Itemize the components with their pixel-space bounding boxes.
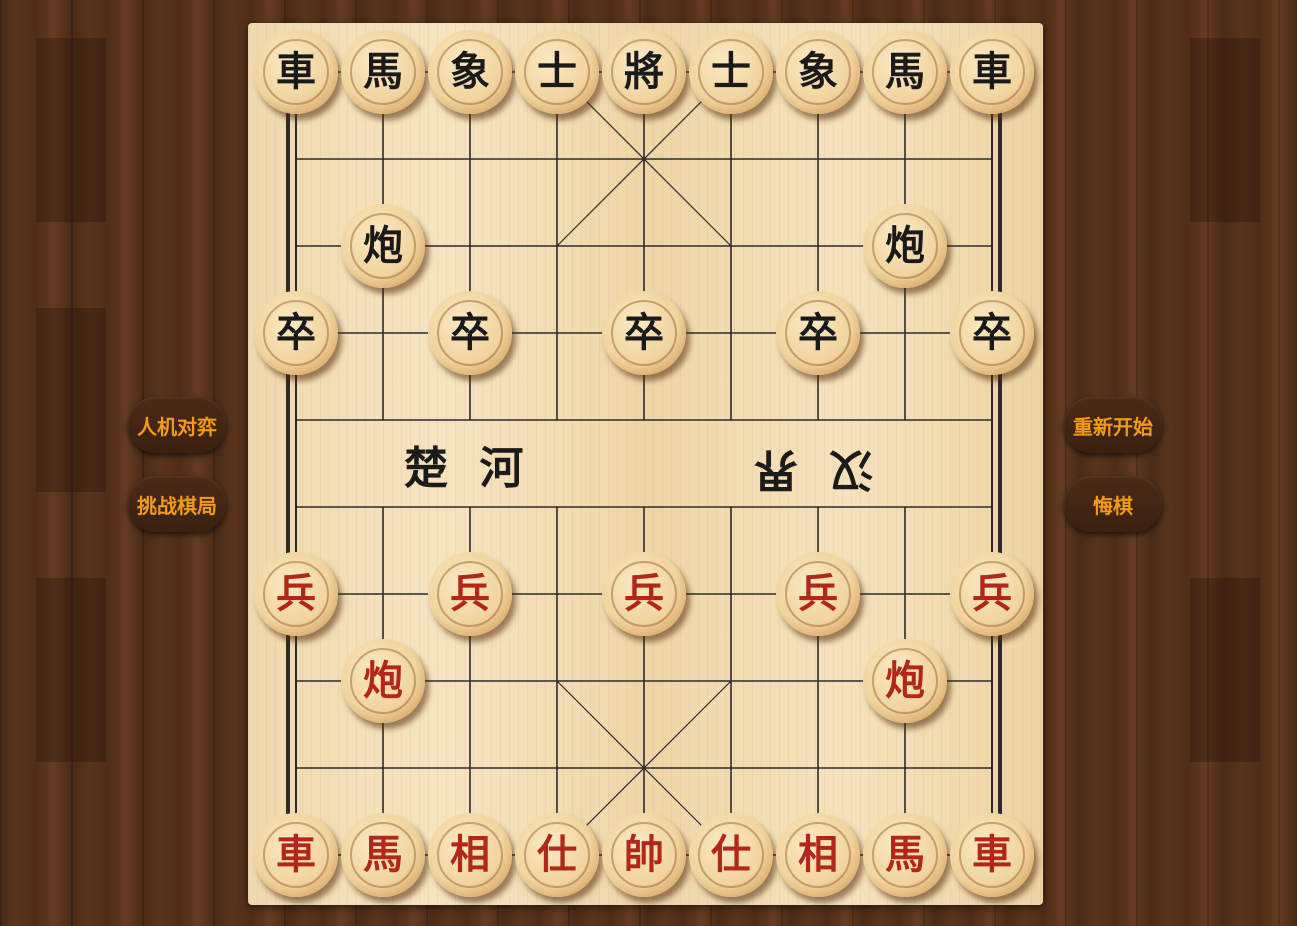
black-piece[interactable]: 卒 [428,291,512,375]
red-piece[interactable]: 相 [776,813,860,897]
black-piece[interactable]: 卒 [950,291,1034,375]
piece-label: 馬 [350,822,416,888]
wood-background-panel [36,38,106,222]
piece-label: 仕 [698,822,764,888]
human-vs-ai-button[interactable]: 人机对弈 [128,397,226,453]
black-piece[interactable]: 馬 [341,30,425,114]
piece-label: 炮 [872,648,938,714]
red-piece[interactable]: 兵 [950,552,1034,636]
piece-label: 卒 [263,300,329,366]
piece-label: 象 [437,39,503,105]
black-piece[interactable]: 象 [776,30,860,114]
piece-label: 車 [959,822,1025,888]
red-piece[interactable]: 兵 [602,552,686,636]
red-piece[interactable]: 兵 [428,552,512,636]
piece-label: 帥 [611,822,677,888]
piece-label: 炮 [350,648,416,714]
undo-move-button[interactable]: 悔棋 [1064,476,1162,532]
piece-label: 卒 [437,300,503,366]
piece-label: 炮 [872,213,938,279]
red-piece[interactable]: 炮 [863,639,947,723]
red-piece[interactable]: 炮 [341,639,425,723]
black-piece[interactable]: 將 [602,30,686,114]
red-piece[interactable]: 帥 [602,813,686,897]
river-label-han-jie: 汉 界 [746,444,874,495]
piece-label: 炮 [350,213,416,279]
piece-label: 車 [959,39,1025,105]
piece-label: 車 [263,39,329,105]
red-piece[interactable]: 兵 [776,552,860,636]
black-piece[interactable]: 象 [428,30,512,114]
red-piece[interactable]: 馬 [341,813,425,897]
piece-label: 士 [698,39,764,105]
piece-label: 兵 [263,561,329,627]
black-piece[interactable]: 士 [515,30,599,114]
black-piece[interactable]: 車 [254,30,338,114]
piece-label: 車 [263,822,329,888]
black-piece[interactable]: 士 [689,30,773,114]
black-piece[interactable]: 馬 [863,30,947,114]
chess-board[interactable]: 楚 河 汉 界 車馬象士將士象馬車炮炮卒卒卒卒卒兵兵兵兵兵炮炮車馬相仕帥仕相馬車 [248,23,1043,905]
piece-label: 相 [437,822,503,888]
red-piece[interactable]: 仕 [515,813,599,897]
piece-label: 卒 [785,300,851,366]
piece-label: 兵 [785,561,851,627]
black-piece[interactable]: 炮 [863,204,947,288]
piece-label: 馬 [350,39,416,105]
piece-label: 兵 [437,561,503,627]
piece-label: 士 [524,39,590,105]
black-piece[interactable]: 卒 [602,291,686,375]
black-piece[interactable]: 車 [950,30,1034,114]
piece-label: 相 [785,822,851,888]
red-piece[interactable]: 馬 [863,813,947,897]
red-piece[interactable]: 仕 [689,813,773,897]
red-piece[interactable]: 兵 [254,552,338,636]
piece-label: 卒 [959,300,1025,366]
wood-background-panel [1190,38,1260,222]
piece-label: 卒 [611,300,677,366]
piece-label: 兵 [611,561,677,627]
piece-label: 將 [611,39,677,105]
black-piece[interactable]: 卒 [776,291,860,375]
red-piece[interactable]: 車 [254,813,338,897]
wood-background-panel [36,308,106,492]
piece-label: 象 [785,39,851,105]
piece-label: 馬 [872,39,938,105]
piece-label: 兵 [959,561,1025,627]
restart-button[interactable]: 重新开始 [1064,397,1162,453]
piece-label: 馬 [872,822,938,888]
black-piece[interactable]: 炮 [341,204,425,288]
black-piece[interactable]: 卒 [254,291,338,375]
red-piece[interactable]: 相 [428,813,512,897]
wood-background-panel [1190,578,1260,762]
wood-background-panel [36,578,106,762]
board-grid [286,71,1002,856]
red-piece[interactable]: 車 [950,813,1034,897]
piece-label: 仕 [524,822,590,888]
challenge-puzzle-button[interactable]: 挑战棋局 [128,476,226,532]
river-label-chu-he: 楚 河 [404,443,532,494]
